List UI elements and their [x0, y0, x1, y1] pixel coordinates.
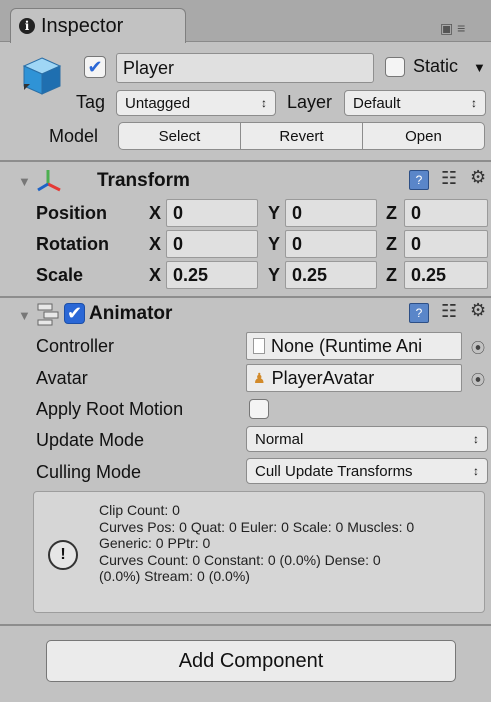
- info-icon: i: [19, 18, 35, 34]
- animator-enabled-checkbox[interactable]: ✔: [64, 303, 85, 324]
- rotation-y-field[interactable]: 0: [285, 230, 377, 258]
- scale-y-field[interactable]: 0.25: [285, 261, 377, 289]
- controller-label: Controller: [36, 336, 115, 356]
- lock-menu-icon[interactable]: ▣ ≡: [440, 20, 465, 37]
- avatar-value: PlayerAvatar: [271, 367, 375, 388]
- position-z-field[interactable]: 0: [404, 199, 488, 227]
- static-dropdown-icon[interactable]: ▼: [473, 60, 486, 75]
- rotation-x-field[interactable]: 0: [166, 230, 258, 258]
- axis-x-label[interactable]: X: [149, 234, 161, 255]
- info-line: Generic: 0 PPtr: 0: [99, 535, 211, 551]
- avatar-label: Avatar: [36, 368, 88, 388]
- rotation-z-field[interactable]: 0: [404, 230, 488, 258]
- axis-z-label[interactable]: Z: [386, 203, 397, 224]
- update-mode-value: Normal: [255, 430, 304, 448]
- update-mode-label: Update Mode: [36, 430, 145, 450]
- active-checkbox[interactable]: ✔: [84, 56, 106, 78]
- object-name-field[interactable]: Player: [116, 53, 374, 83]
- animator-info-box: ! Clip Count: 0 Curves Pos: 0 Quat: 0 Eu…: [33, 491, 485, 613]
- popup-arrow-icon: ↕: [261, 96, 267, 110]
- info-line: Clip Count: 0: [99, 502, 180, 518]
- model-select-button[interactable]: Select: [119, 123, 240, 149]
- controller-field[interactable]: None (Runtime Ani: [246, 332, 462, 360]
- tag-label: Tag: [76, 92, 106, 112]
- popup-arrow-icon: ↕: [471, 96, 477, 110]
- animator-icon: [36, 302, 60, 326]
- transform-axes-icon: [36, 168, 62, 192]
- culling-mode-label: Culling Mode: [36, 462, 142, 482]
- object-picker-icon[interactable]: ⦿: [471, 370, 485, 390]
- animator-foldout-icon[interactable]: ▼: [18, 308, 31, 323]
- popup-arrow-icon: ↕: [473, 464, 479, 478]
- help-book-icon[interactable]: ?: [409, 170, 429, 190]
- position-x-field[interactable]: 0: [166, 199, 258, 227]
- avatar-field[interactable]: ♟ PlayerAvatar: [246, 364, 462, 392]
- axis-y-label[interactable]: Y: [268, 203, 280, 224]
- divider: [0, 296, 491, 298]
- axis-z-label[interactable]: Z: [386, 265, 397, 286]
- tab-inspector[interactable]: i Inspector: [10, 8, 186, 43]
- culling-mode-value: Cull Update Transforms: [255, 462, 413, 480]
- tag-dropdown[interactable]: Untagged ↕: [116, 90, 276, 116]
- scale-x-field[interactable]: 0.25: [166, 261, 258, 289]
- transform-foldout-icon[interactable]: ▼: [18, 174, 31, 189]
- info-exclamation-icon: !: [48, 540, 78, 570]
- layer-dropdown[interactable]: Default ↕: [344, 90, 486, 116]
- scale-z-field[interactable]: 0.25: [404, 261, 488, 289]
- gear-icon[interactable]: ⚙: [470, 300, 486, 321]
- layer-label: Layer: [287, 92, 333, 112]
- position-label: Position: [36, 203, 107, 223]
- animator-title[interactable]: Animator: [89, 303, 172, 325]
- gameobject-cube-icon: [20, 56, 64, 96]
- update-mode-dropdown[interactable]: Normal ↕: [246, 426, 488, 452]
- controller-value: None (Runtime Ani: [271, 335, 423, 356]
- model-open-button[interactable]: Open: [362, 123, 484, 149]
- avatar-person-icon: ♟: [253, 369, 266, 386]
- popup-arrow-icon: ↕: [473, 432, 479, 446]
- tag-value: Untagged: [125, 94, 191, 112]
- axis-z-label[interactable]: Z: [386, 234, 397, 255]
- info-line: Curves Count: 0 Constant: 0 (0.0%) Dense…: [99, 551, 381, 568]
- axis-y-label[interactable]: Y: [268, 234, 280, 255]
- tab-title: Inspector: [41, 14, 124, 37]
- axis-y-label[interactable]: Y: [268, 265, 280, 286]
- model-button-group: Select Revert Open: [118, 122, 485, 150]
- scale-label: Scale: [36, 265, 84, 285]
- info-line: Curves Pos: 0 Quat: 0 Euler: 0 Scale: 0 …: [99, 518, 415, 535]
- transform-title[interactable]: Transform: [97, 170, 190, 192]
- info-text: Clip Count: 0 Curves Pos: 0 Quat: 0 Eule…: [99, 502, 414, 585]
- object-picker-icon[interactable]: ⦿: [471, 338, 485, 358]
- preset-icon[interactable]: ☷: [441, 168, 457, 189]
- help-book-icon[interactable]: ?: [409, 303, 429, 323]
- gear-icon[interactable]: ⚙: [470, 167, 486, 188]
- model-revert-button[interactable]: Revert: [240, 123, 362, 149]
- axis-x-label[interactable]: X: [149, 265, 161, 286]
- model-label: Model: [49, 126, 99, 146]
- static-label: Static: [413, 56, 459, 76]
- apply-root-motion-checkbox[interactable]: [249, 399, 269, 419]
- divider: [0, 160, 491, 162]
- divider: [0, 624, 491, 626]
- apply-root-motion-label: Apply Root Motion: [36, 399, 184, 419]
- preset-icon[interactable]: ☷: [441, 301, 457, 322]
- add-component-button[interactable]: Add Component: [46, 640, 456, 682]
- layer-value: Default: [353, 94, 401, 112]
- axis-x-label[interactable]: X: [149, 203, 161, 224]
- culling-mode-dropdown[interactable]: Cull Update Transforms ↕: [246, 458, 488, 484]
- position-y-field[interactable]: 0: [285, 199, 377, 227]
- rotation-label: Rotation: [36, 234, 109, 254]
- static-checkbox[interactable]: [385, 57, 405, 77]
- asset-file-icon: [253, 338, 265, 354]
- info-line: (0.0%) Stream: 0 (0.0%): [99, 568, 250, 584]
